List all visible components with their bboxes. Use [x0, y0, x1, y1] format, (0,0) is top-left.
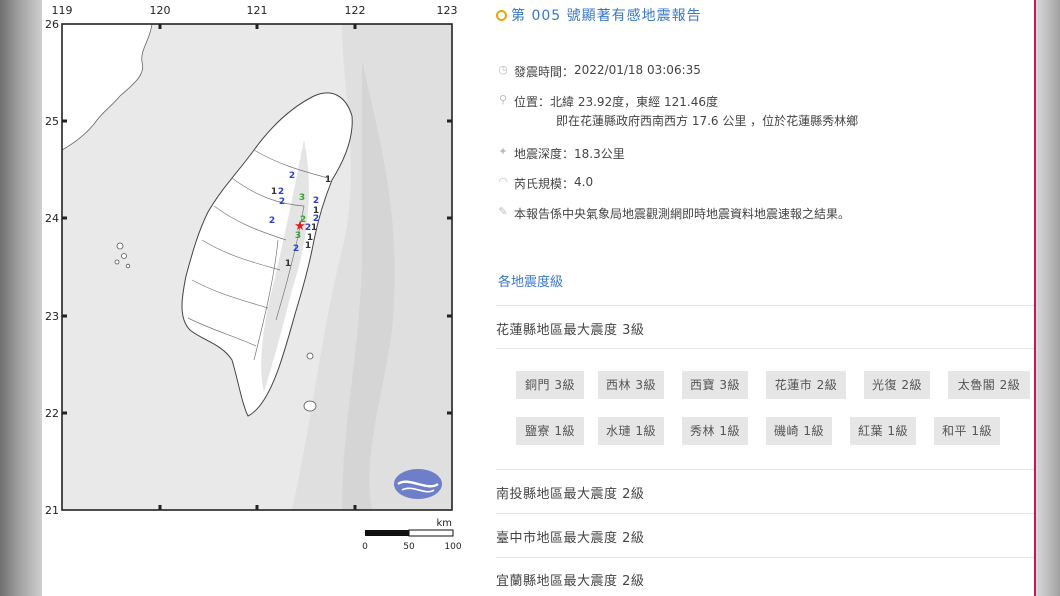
station-intensity: 2: [289, 171, 295, 181]
depth-label: 地震深度：: [514, 147, 575, 161]
note-row: ✎ 本報告係中央氣象局地震觀測網即時地震資料地震速報之結果。: [496, 205, 850, 222]
station-badge: 太魯閣 2級: [948, 371, 1030, 399]
location-label: 位置：: [514, 95, 551, 109]
station-intensity: 3: [299, 193, 305, 203]
origin-time-label: 發震時間：: [514, 65, 575, 79]
epicenter-star-icon: ★: [294, 219, 306, 234]
lon-label: 123: [437, 4, 458, 17]
scale-label: 0: [362, 542, 368, 552]
pin-icon: ⚲: [498, 93, 508, 106]
location-detail: 即在花蓮縣政府西南西方 17.6 公里 ，位於花蓮縣秀林鄉: [556, 114, 859, 128]
divider: [496, 305, 1034, 306]
star-icon: ✦: [498, 145, 508, 158]
station-intensity: 1: [305, 241, 311, 251]
location-row: ⚲ 位置： 北緯 23.92度，東經 121.46度: [496, 93, 718, 110]
wave-icon: ◠: [498, 175, 508, 188]
report-title-row: 第 005 號顯著有感地震報告: [496, 6, 702, 24]
station-intensity: 1: [311, 223, 317, 233]
clock-icon: ◷: [498, 63, 508, 76]
left-screen-edge: [0, 0, 42, 596]
scale-bar: km 0 50 100: [362, 518, 462, 552]
scale-label: 50: [403, 542, 415, 552]
magnitude-row: ◠ 芮氏規模： 4.0: [496, 175, 593, 192]
map-svg: 119 120 121 122 123 26 25 24 23 22 21 2 …: [45, 4, 462, 552]
green-island: [306, 352, 314, 360]
station-badge: 磯崎 1級: [766, 417, 832, 445]
station-badge: 西寶 3級: [682, 371, 748, 399]
lon-label: 119: [52, 4, 73, 17]
station-intensity: 1: [271, 187, 277, 197]
station-badge: 花蓮市 2級: [766, 371, 846, 399]
divider: [496, 557, 1034, 558]
station-badge: 銅門 3級: [516, 371, 584, 399]
right-screen-edge: [1036, 0, 1060, 596]
county-yilan[interactable]: 宜蘭縣地區最大震度 2級: [496, 570, 644, 589]
station-intensity: 2: [313, 196, 319, 206]
lat-label: 21: [45, 504, 59, 517]
earthquake-report: 第 005 號顯著有感地震報告 ◷ 發震時間： 2022/01/18 03:06…: [496, 0, 1034, 596]
county-hualien[interactable]: 花蓮縣地區最大震度 3級: [496, 319, 644, 338]
lon-label: 120: [150, 4, 171, 17]
lat-label: 23: [45, 310, 59, 323]
divider: [496, 513, 1034, 514]
station-intensity: 2: [293, 244, 299, 254]
bullet-icon: [496, 9, 507, 21]
pen-icon: ✎: [498, 205, 508, 218]
depth-row: ✦ 地震深度： 18.3公里: [496, 145, 625, 162]
station-badge: 水璉 1級: [598, 417, 664, 445]
lon-label: 122: [345, 4, 366, 17]
depth-value: 18.3公里: [574, 147, 625, 161]
divider: [496, 469, 1034, 470]
lat-label: 24: [45, 212, 59, 225]
divider: [496, 348, 1034, 349]
lat-label: 25: [45, 115, 59, 128]
scale-label: 100: [444, 542, 461, 552]
lat-label: 26: [45, 18, 59, 31]
station-badge: 和平 1級: [934, 417, 1000, 445]
scale-unit: km: [436, 518, 452, 529]
cwb-logo: [394, 469, 442, 499]
report-title: 第 005 號顯著有感地震報告: [511, 8, 702, 24]
station-intensity: 1: [325, 175, 331, 185]
station-badge: 秀林 1級: [682, 417, 748, 445]
county-taichung[interactable]: 臺中市地區最大震度 2級: [496, 527, 644, 546]
station-badge: 光復 2級: [864, 371, 930, 399]
station-badge: 紅葉 1級: [850, 417, 916, 445]
orchid-island: [303, 400, 317, 412]
magnitude-label: 芮氏規模：: [514, 177, 575, 191]
intensity-section-title[interactable]: 各地震度級: [498, 271, 563, 290]
report-note: 本報告係中央氣象局地震觀測網即時地震資料地震速報之結果。: [514, 207, 851, 221]
epicenter-map: 119 120 121 122 123 26 25 24 23 22 21 2 …: [42, 0, 472, 596]
station-badge: 鹽寮 1級: [516, 417, 584, 445]
station-intensity: 1: [285, 259, 291, 269]
station-intensity: 2: [269, 216, 275, 226]
magnitude-value: 4.0: [574, 175, 594, 189]
origin-time-row: ◷ 發震時間： 2022/01/18 03:06:35: [496, 63, 701, 80]
lon-label: 121: [247, 4, 268, 17]
location-value: 北緯 23.92度，東經 121.46度: [550, 95, 718, 109]
station-intensity: 2: [279, 197, 285, 207]
origin-time-value: 2022/01/18 03:06:35: [574, 63, 701, 77]
county-nantou[interactable]: 南投縣地區最大震度 2級: [496, 483, 644, 502]
station-badge: 西林 3級: [598, 371, 664, 399]
lat-label: 22: [45, 407, 59, 420]
station-intensity: 2: [278, 187, 284, 197]
